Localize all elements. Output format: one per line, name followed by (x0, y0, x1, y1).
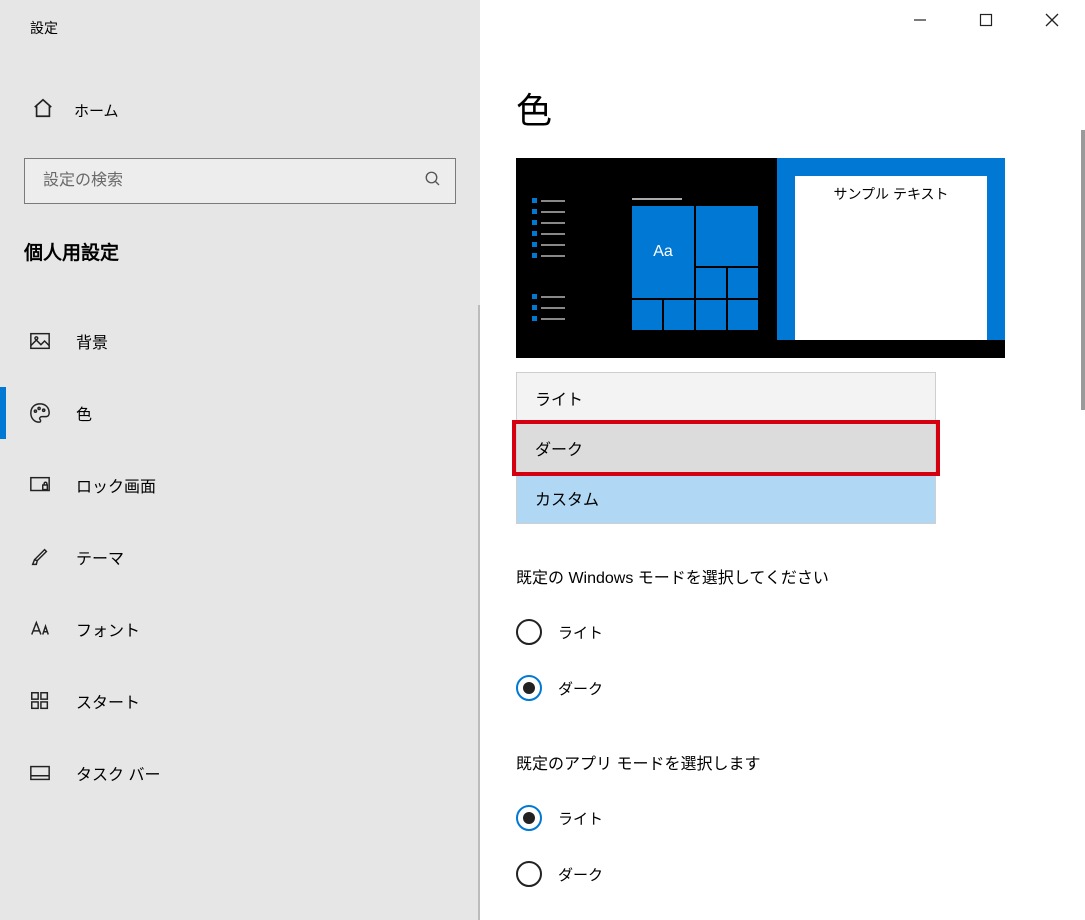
radio-label: ダーク (558, 864, 603, 885)
scrollbar[interactable] (1081, 130, 1085, 410)
radio-label: ライト (558, 622, 603, 643)
page-body: 色 Aa (480, 46, 1085, 902)
preview-tile-aa: Aa (632, 206, 694, 298)
windows-mode-dark-radio[interactable]: ダーク (516, 660, 1049, 716)
image-icon (28, 330, 52, 352)
nav-label: テーマ (76, 545, 124, 569)
home-icon (32, 97, 54, 123)
windows-mode-light-radio[interactable]: ライト (516, 604, 1049, 660)
nav-list: 背景 色 ロック画面 テーマ フォント (0, 305, 480, 809)
app-mode-light-radio[interactable]: ライト (516, 790, 1049, 846)
content-pane: 色 Aa (480, 0, 1085, 920)
search-icon (424, 170, 442, 192)
color-mode-dropdown[interactable]: ライト ダーク カスタム (516, 372, 936, 524)
app-mode-dark-radio[interactable]: ダーク (516, 846, 1049, 902)
preview-sample-window: サンプル テキスト (777, 158, 1005, 340)
nav-label: スタート (76, 689, 140, 713)
palette-icon (28, 402, 52, 424)
radio-icon (516, 805, 542, 831)
lockscreen-icon (28, 474, 52, 496)
radio-icon (516, 619, 542, 645)
nav-label: ロック画面 (76, 473, 156, 497)
start-icon (28, 690, 52, 712)
radio-label: ライト (558, 808, 603, 829)
nav-item-lockscreen[interactable]: ロック画面 (0, 449, 480, 521)
minimize-button[interactable] (887, 0, 953, 40)
window-controls (480, 0, 1085, 46)
maximize-button[interactable] (953, 0, 1019, 40)
app-title: 設定 (0, 0, 480, 38)
preview-menu-lines (532, 198, 565, 327)
nav-item-fonts[interactable]: フォント (0, 593, 480, 665)
nav-label: 色 (76, 401, 92, 425)
close-button[interactable] (1019, 0, 1085, 40)
font-icon (28, 618, 52, 640)
nav-item-themes[interactable]: テーマ (0, 521, 480, 593)
dropdown-option-dark[interactable]: ダーク (517, 423, 935, 473)
category-title: 個人用設定 (0, 204, 480, 265)
color-preview: Aa サンプル テキスト (516, 158, 1005, 358)
brush-icon (28, 546, 52, 568)
nav-label: 背景 (76, 329, 108, 353)
search-input[interactable] (24, 158, 456, 204)
taskbar-icon (28, 762, 52, 784)
settings-sidebar: 設定 ホーム 個人用設定 背景 (0, 0, 480, 920)
nav-item-start[interactable]: スタート (0, 665, 480, 737)
app-mode-radio-group: ライト ダーク (516, 790, 1049, 902)
home-label: ホーム (74, 100, 119, 121)
nav-item-taskbar[interactable]: タスク バー (0, 737, 480, 809)
nav-label: フォント (76, 617, 140, 641)
home-nav[interactable]: ホーム (0, 92, 480, 128)
windows-mode-radio-group: ライト ダーク (516, 604, 1049, 716)
windows-mode-label: 既定の Windows モードを選択してください (516, 564, 1049, 588)
radio-label: ダーク (558, 678, 603, 699)
dropdown-option-custom[interactable]: カスタム (517, 473, 935, 523)
radio-icon (516, 675, 542, 701)
nav-item-background[interactable]: 背景 (0, 305, 480, 377)
app-mode-label: 既定のアプリ モードを選択します (516, 750, 1049, 774)
search-box (24, 158, 456, 204)
sample-text: サンプル テキスト (833, 186, 948, 202)
preview-tiles: Aa (632, 198, 758, 330)
nav-item-colors[interactable]: 色 (0, 377, 480, 449)
dropdown-option-light[interactable]: ライト (517, 373, 935, 423)
page-heading: 色 (516, 82, 1049, 134)
radio-icon (516, 861, 542, 887)
nav-label: タスク バー (76, 761, 160, 785)
